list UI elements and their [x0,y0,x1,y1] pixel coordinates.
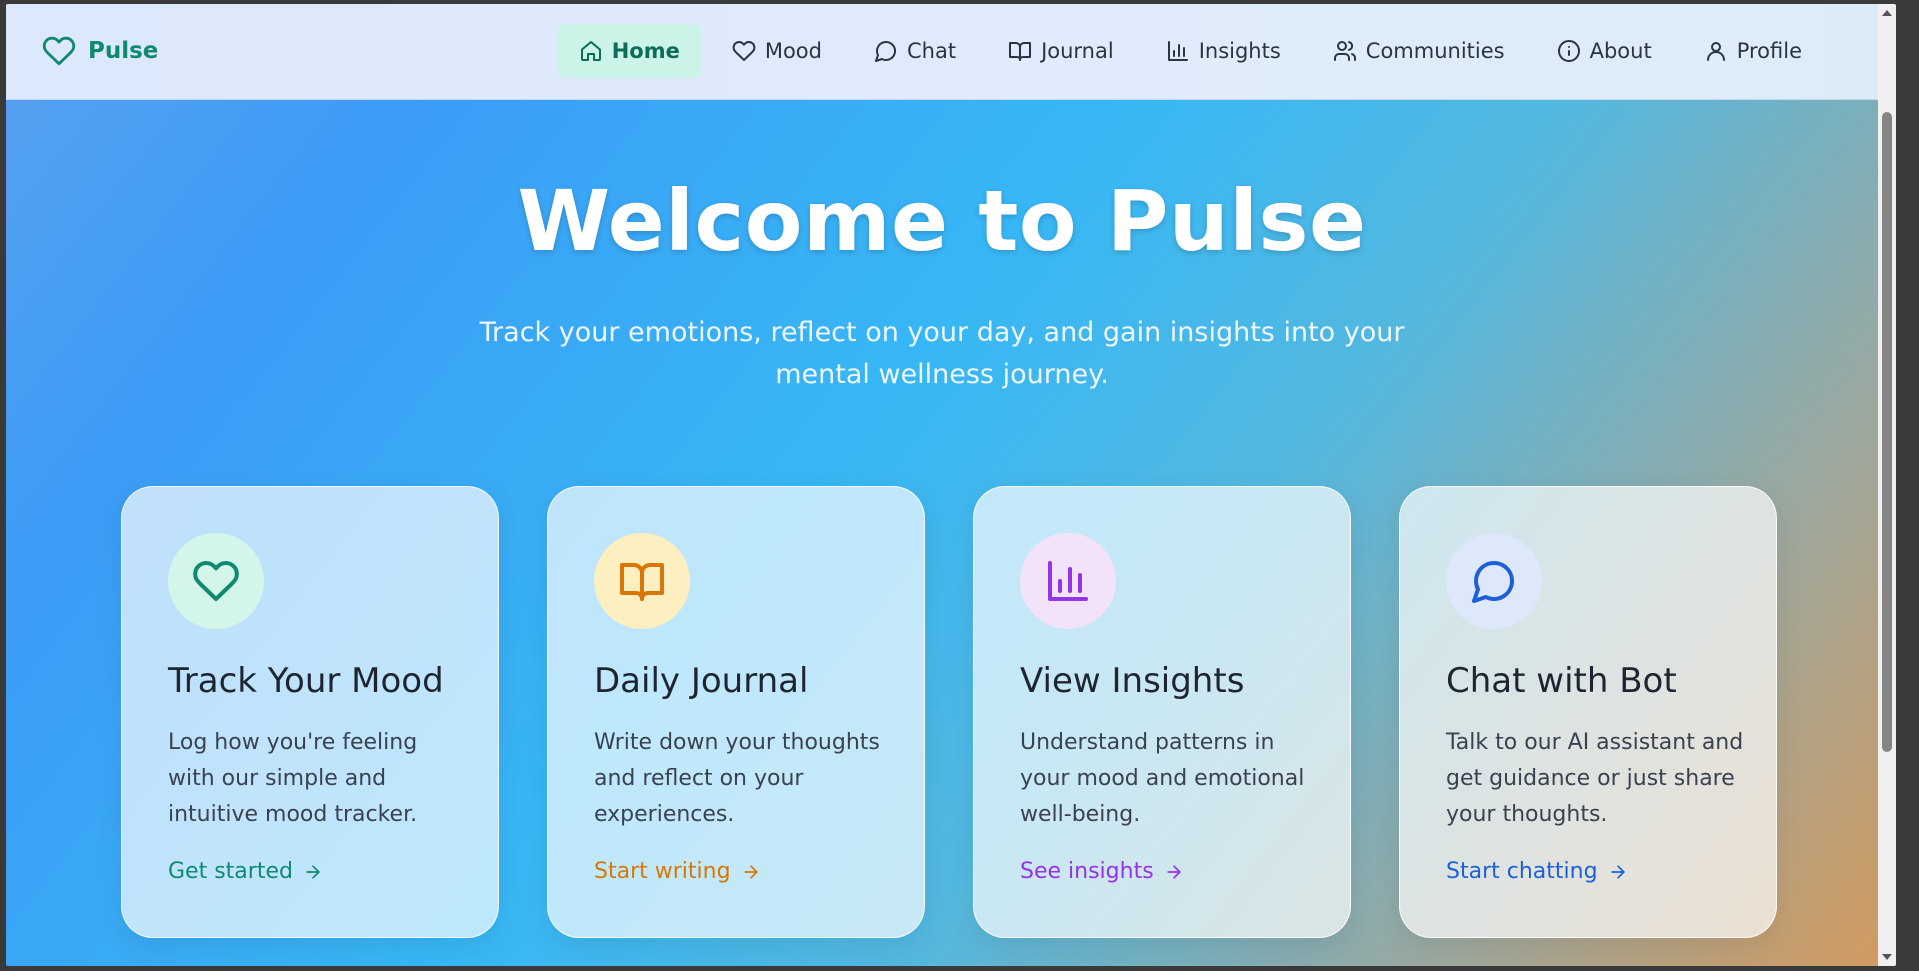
card-link-label: Get started [168,859,293,884]
arrow-right-icon [1610,864,1625,879]
brand-name: Pulse [88,38,159,64]
feature-card-chat[interactable]: Chat with Bot Talk to our AI assistant a… [1399,486,1777,938]
scroll-up-arrow-icon[interactable] [1882,10,1892,16]
nav-item-communities[interactable]: Communities [1311,24,1527,78]
hero-title: Welcome to Pulse [517,172,1367,270]
nav-label: Mood [764,39,822,63]
heart-icon [42,36,76,66]
card-title: Track Your Mood [168,661,444,701]
nav-item-chat[interactable]: Chat [852,24,978,78]
hero-subtitle: Track your emotions, reflect on your day… [479,317,1405,390]
card-link-label: Start chatting [1446,859,1598,884]
nav-item-journal[interactable]: Journal [986,24,1136,78]
heart-icon [732,41,756,61]
nav-label: Communities [1365,39,1505,63]
see-insights-link[interactable]: See insights [1020,859,1184,884]
arrow-right-icon [306,864,320,879]
brand-logo[interactable]: Pulse [42,34,158,68]
heart-icon [193,560,239,601]
chat-bubble-icon [1472,561,1514,603]
nav-item-about[interactable]: About [1535,24,1674,78]
card-icon-badge [168,533,264,629]
arrow-right-icon [1166,864,1181,879]
card-link-label: See insights [1020,859,1154,884]
card-title: View Insights [1020,661,1245,701]
bar-chart-icon [1167,41,1188,61]
card-description: Understand patterns in your mood and emo… [1020,730,1305,827]
feature-card-insights[interactable]: View Insights Understand patterns in you… [973,486,1351,938]
user-icon [1706,42,1725,61]
nav-label: Chat [906,39,957,63]
card-icon-badge [1446,533,1542,629]
book-icon [620,563,664,601]
vertical-scrollbar[interactable] [1878,4,1896,966]
card-link-label: Start writing [594,859,731,884]
start-writing-link[interactable]: Start writing [594,859,761,884]
card-icon-badge [594,533,690,629]
card-description: Talk to our AI assistant and get guidanc… [1446,730,1744,827]
arrow-right-icon [743,864,758,879]
home-icon [580,41,601,61]
feature-card-mood[interactable]: Track Your Mood Log how you're feeling w… [121,486,499,938]
book-icon [1009,42,1032,61]
nav-label: Home [611,39,680,63]
card-title: Daily Journal [594,661,809,701]
nav-label: About [1589,39,1652,63]
chat-bubble-icon [874,41,896,62]
nav-item-profile[interactable]: Profile [1682,24,1824,78]
card-icon-badge [1020,533,1116,629]
users-icon [1333,41,1356,61]
bar-chart-icon [1048,561,1088,601]
nav-label: Journal [1041,39,1114,63]
card-description: Write down your thoughts and reflect on … [594,730,880,827]
nav-item-insights[interactable]: Insights [1144,24,1303,78]
info-icon [1557,40,1580,62]
card-description: Log how you're feeling with our simple a… [168,730,418,827]
top-navbar: Pulse Home Mood Chat Journal Insights Co… [6,4,1878,100]
nav-label: Profile [1736,39,1802,63]
nav-item-mood[interactable]: Mood [710,24,844,78]
get-started-link[interactable]: Get started [168,859,323,884]
feature-card-journal[interactable]: Daily Journal Write down your thoughts a… [547,486,925,938]
browser-viewport: Pulse Home Mood Chat Journal Insights Co… [6,4,1896,966]
nav-item-home[interactable]: Home [556,24,702,78]
start-chatting-link[interactable]: Start chatting [1446,859,1628,884]
card-title: Chat with Bot [1446,661,1677,701]
main-nav: Home Mood Chat Journal Insights Communit… [556,24,1824,78]
scrollbar-thumb[interactable] [1882,112,1892,752]
nav-label: Insights [1198,39,1281,63]
scroll-down-arrow-icon[interactable] [1882,954,1892,960]
